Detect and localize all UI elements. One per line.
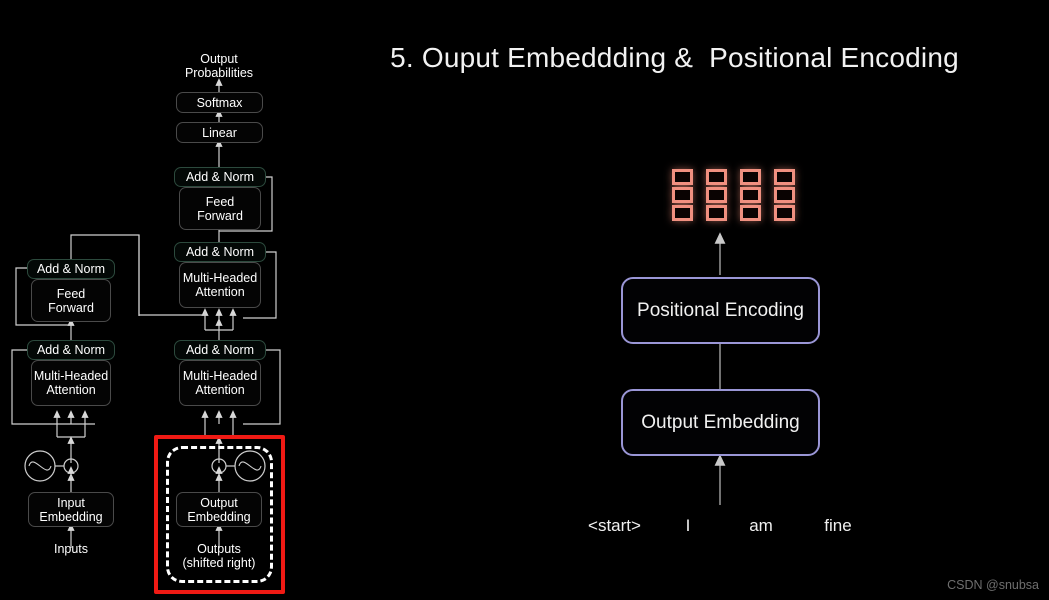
embedding-vector-icon [740,169,761,221]
vector-cell [706,187,727,203]
arch-block-encoder-addnorm-1: Add & Norm [27,340,115,360]
slide-canvas: Output Probabilities Softmax Linear Add … [0,0,1049,600]
arch-block-decoder-masked-attention: Multi-Headed Attention [179,360,261,406]
arch-block-decoder-addnorm-1: Add & Norm [174,340,266,360]
embedding-vectors-row [672,169,795,221]
arch-inputs-label: Inputs [53,542,89,556]
vector-cell [706,205,727,221]
arch-block-encoder-addnorm-2: Add & Norm [27,259,115,279]
arch-block-encoder-attention: Multi-Headed Attention [31,360,111,406]
transformer-architecture-diagram: Output Probabilities Softmax Linear Add … [0,0,300,600]
vector-cell [672,205,693,221]
token-am: am [749,516,773,535]
output-embedding-box: Output Embedding [621,389,820,456]
token-row: <start> I am fine [300,516,1049,542]
arch-block-input-embedding: Input Embedding [28,492,114,527]
vector-cell [740,187,761,203]
arch-block-encoder-feedforward: Feed Forward [31,279,111,322]
arch-block-linear: Linear [176,122,263,143]
output-embedding-label: Output Embedding [641,411,800,433]
positional-encoding-label: Positional Encoding [637,299,804,321]
arch-outputs-shifted-right-label: Outputs (shifted right) [182,542,256,571]
watermark: CSDN @snubsa [947,578,1039,592]
token-start: <start> [588,516,641,535]
vector-cell [706,169,727,185]
slide-panel: 5. Ouput Embeddding & Positional Encodin… [300,0,1049,600]
embedding-vector-icon [706,169,727,221]
arch-block-output-embedding: Output Embedding [176,492,262,527]
arch-block-decoder-cross-attention: Multi-Headed Attention [179,262,261,308]
arch-block-decoder-feedforward: Feed Forward [179,187,261,230]
vector-cell [774,169,795,185]
token-i: I [685,516,691,535]
page-title: 5. Ouput Embeddding & Positional Encodin… [390,42,959,73]
arch-block-decoder-addnorm-2: Add & Norm [174,242,266,262]
vector-cell [774,205,795,221]
vector-cell [740,169,761,185]
token-fine: fine [824,516,852,535]
arch-output-probabilities-label: Output Probabilities [184,52,254,81]
vector-cell [672,169,693,185]
vector-cell [740,205,761,221]
embedding-vector-icon [774,169,795,221]
vector-cell [672,187,693,203]
positional-encoding-box: Positional Encoding [621,277,820,344]
arch-block-softmax: Softmax [176,92,263,113]
embedding-vector-icon [672,169,693,221]
arch-block-decoder-addnorm-3: Add & Norm [174,167,266,187]
vector-cell [774,187,795,203]
